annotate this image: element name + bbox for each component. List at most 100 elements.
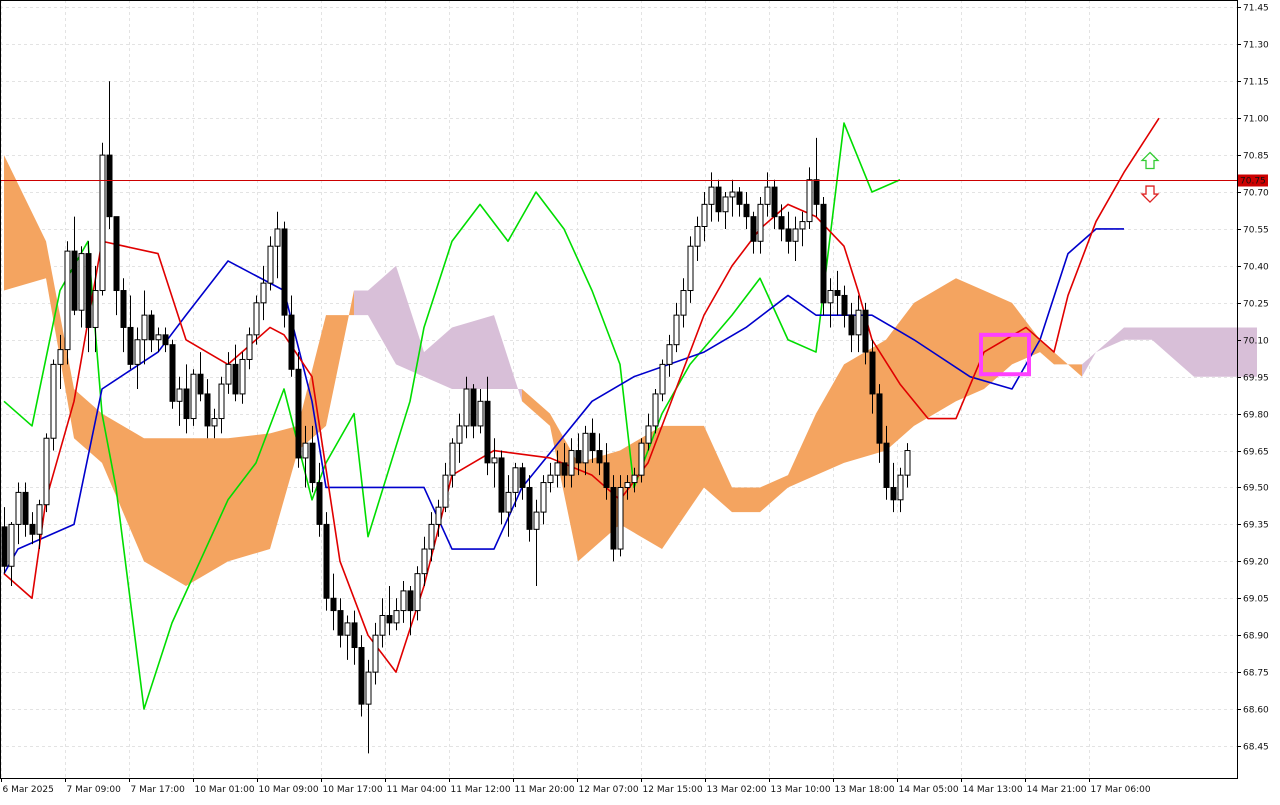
candle-bear xyxy=(519,467,526,488)
candle-bull xyxy=(638,442,645,476)
candle-bear xyxy=(358,647,365,705)
candle-bull xyxy=(652,393,659,427)
candle-bull xyxy=(806,179,813,223)
candle-bull xyxy=(435,506,442,525)
price-tick-label: 71.00 xyxy=(1243,115,1269,125)
candle-bull xyxy=(421,548,428,575)
candle-bull xyxy=(428,523,435,550)
candle-bear xyxy=(183,388,190,420)
candle-bull xyxy=(442,474,449,508)
candle-bear xyxy=(771,186,778,218)
candle-bear xyxy=(106,154,113,218)
candle-bear xyxy=(841,294,848,316)
candle-bear xyxy=(813,179,820,205)
candle-bull xyxy=(631,474,638,484)
price-tick-label: 69.65 xyxy=(1243,448,1269,458)
candle-bear xyxy=(778,216,785,230)
candle-bear xyxy=(148,314,155,341)
candle-bull xyxy=(211,418,218,427)
candle-bear xyxy=(743,203,750,218)
candle-bear xyxy=(120,290,127,328)
time-tick-label: 13 Mar 10:00 xyxy=(771,785,831,795)
candle-bull xyxy=(701,203,708,228)
kumo-segment-bearish xyxy=(1222,327,1257,377)
candle-bull xyxy=(624,482,631,488)
candle-bull xyxy=(43,437,50,506)
candle-bull xyxy=(722,196,729,213)
candle-bull xyxy=(393,610,400,624)
candle-bull xyxy=(302,442,309,459)
candle-bull xyxy=(491,457,498,464)
candle-bull xyxy=(680,290,687,316)
candle-bull xyxy=(547,474,554,484)
candle-bull xyxy=(533,511,540,530)
candle-bull xyxy=(155,334,162,341)
candle-bull xyxy=(792,228,799,242)
candle-bear xyxy=(575,450,582,464)
candle-bull xyxy=(582,432,589,464)
price-tick-label: 70.70 xyxy=(1243,189,1269,199)
time-tick-label: 10 Mar 17:00 xyxy=(323,785,383,795)
candle-bull xyxy=(757,203,764,242)
candle-bear xyxy=(869,351,876,395)
kumo-segment-bullish xyxy=(228,433,270,562)
price-tick-label: 69.35 xyxy=(1243,521,1269,531)
time-tick-label: 11 Mar 12:00 xyxy=(451,785,511,795)
time-tick-label: 13 Mar 02:00 xyxy=(707,785,767,795)
current-price-label: 70.75 xyxy=(1240,177,1266,187)
candle-bear xyxy=(890,486,897,501)
price-tick-label: 69.80 xyxy=(1243,411,1269,421)
candle-bull xyxy=(687,245,694,292)
candle-bear xyxy=(22,491,29,525)
candle-bear xyxy=(596,450,603,464)
candle-bull xyxy=(463,388,470,427)
candle-bear xyxy=(610,486,617,550)
candle-bear xyxy=(71,250,78,311)
candle-bull xyxy=(372,634,379,673)
candle-bull xyxy=(267,245,274,284)
time-tick-label: 7 Mar 09:00 xyxy=(67,785,122,795)
chart-container: 71.45 71.30 71.15 71.00 70.85 70.70 70.55 70.40… xyxy=(0,0,1280,800)
time-tick-label: 14 Mar 05:00 xyxy=(899,785,959,795)
time-tick-label: 14 Mar 21:00 xyxy=(1027,785,1087,795)
candle-bear xyxy=(561,462,568,476)
candle-bear xyxy=(862,309,869,353)
candle-bear xyxy=(162,334,169,346)
candle-bear xyxy=(169,344,176,402)
time-tick-label: 14 Mar 13:00 xyxy=(963,785,1023,795)
price-chart[interactable]: 71.45 71.30 71.15 71.00 70.85 70.70 70.55 70.40… xyxy=(0,0,1280,800)
candle-bull xyxy=(57,349,64,365)
price-tick-label: 71.45 xyxy=(1243,4,1269,14)
candle-bull xyxy=(190,373,197,420)
candle-bull xyxy=(36,504,43,535)
candle-bull xyxy=(15,491,22,525)
candle-bear xyxy=(1,526,8,567)
candle-bear xyxy=(85,253,92,328)
candle-bull xyxy=(414,573,421,612)
candle-bull xyxy=(540,482,547,513)
candle-bull xyxy=(708,186,715,205)
time-tick-label: 7 Mar 17:00 xyxy=(131,785,186,795)
candle-bear xyxy=(470,388,477,427)
candle-bear xyxy=(232,363,239,395)
candle-bear xyxy=(883,442,890,488)
candle-bull xyxy=(134,339,141,365)
candle-bull xyxy=(274,228,281,247)
candle-bull xyxy=(855,309,862,336)
candle-bull xyxy=(344,622,351,636)
candle-bear xyxy=(309,442,316,484)
candle-bull xyxy=(659,363,666,395)
candle-bull xyxy=(99,154,106,292)
candle-bear xyxy=(351,622,358,649)
candle-bear xyxy=(848,314,855,336)
candle-bull xyxy=(8,523,15,567)
candle-bear xyxy=(820,203,827,304)
time-tick-label: 11 Mar 20:00 xyxy=(515,785,575,795)
candle-bull xyxy=(512,467,519,493)
candle-bull xyxy=(904,450,911,476)
candle-bull xyxy=(799,221,806,230)
candle-bear xyxy=(407,590,414,612)
candle-bear xyxy=(288,314,295,370)
kumo-segment-bullish xyxy=(914,278,956,426)
candle-bear xyxy=(876,393,883,444)
